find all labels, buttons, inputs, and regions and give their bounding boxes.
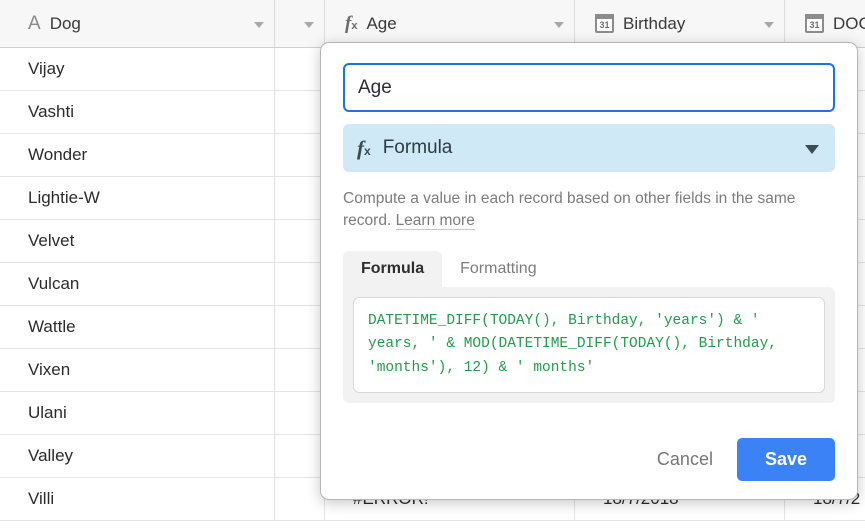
- cell-narrow[interactable]: [275, 478, 325, 520]
- cell-dog[interactable]: Lightie-W: [0, 177, 275, 219]
- cell-narrow[interactable]: [275, 349, 325, 391]
- tab-formatting[interactable]: Formatting: [442, 251, 554, 287]
- dialog-actions: Cancel Save: [641, 438, 835, 481]
- cell-dog[interactable]: Vixen: [0, 349, 275, 391]
- editor-tabs: Formula Formatting: [343, 250, 835, 287]
- chevron-down-icon[interactable]: [254, 21, 264, 28]
- cell-dog[interactable]: Wonder: [0, 134, 275, 176]
- cell-narrow[interactable]: [275, 134, 325, 176]
- chevron-down-icon[interactable]: [554, 21, 564, 28]
- formula-field-icon: fx: [357, 135, 371, 160]
- cell-narrow[interactable]: [275, 48, 325, 90]
- cell-dog[interactable]: Ulani: [0, 392, 275, 434]
- cell-dog[interactable]: Villi: [0, 478, 275, 520]
- cell-narrow[interactable]: [275, 91, 325, 133]
- learn-more-link[interactable]: Learn more: [395, 212, 475, 231]
- field-type-description: Compute a value in each record based on …: [343, 188, 813, 233]
- cell-dog[interactable]: Wattle: [0, 306, 275, 348]
- column-header-dog[interactable]: A Dog: [0, 0, 275, 47]
- column-header-age[interactable]: fx Age: [325, 0, 575, 47]
- cell-narrow[interactable]: [275, 220, 325, 262]
- column-header-label: DOC: [833, 13, 865, 33]
- column-header-label: Age: [366, 13, 397, 33]
- column-header-birthday[interactable]: 31 Birthday: [575, 0, 785, 47]
- formula-editor[interactable]: DATETIME_DIFF(TODAY(), Birthday, 'years'…: [353, 296, 825, 394]
- cell-dog[interactable]: Vashti: [0, 91, 275, 133]
- cell-dog[interactable]: Valley: [0, 435, 275, 477]
- cell-narrow[interactable]: [275, 306, 325, 348]
- formula-panel: DATETIME_DIFF(TODAY(), Birthday, 'years'…: [343, 286, 835, 404]
- cell-dog[interactable]: Vulcan: [0, 263, 275, 305]
- cell-dog[interactable]: Vijay: [0, 48, 275, 90]
- chevron-down-icon[interactable]: [304, 21, 314, 28]
- cell-narrow[interactable]: [275, 177, 325, 219]
- field-type-label: Formula: [382, 137, 453, 158]
- cell-narrow[interactable]: [275, 263, 325, 305]
- field-name-input[interactable]: [343, 63, 835, 112]
- field-editor-dialog: fx Formula Compute a value in each recor…: [320, 42, 858, 500]
- formula-field-icon: fx: [345, 13, 358, 34]
- text-field-icon: A: [28, 13, 41, 34]
- cell-narrow[interactable]: [275, 435, 325, 477]
- chevron-down-icon[interactable]: [805, 145, 819, 154]
- cell-dog[interactable]: Velvet: [0, 220, 275, 262]
- grid-header-row: A Dog fx Age 31 Birthday 31 DOC: [0, 0, 865, 48]
- date-field-icon: 31: [805, 14, 824, 33]
- column-header-narrow[interactable]: [275, 0, 325, 47]
- cell-narrow[interactable]: [275, 392, 325, 434]
- chevron-down-icon[interactable]: [764, 21, 774, 28]
- cancel-button[interactable]: Cancel: [641, 440, 729, 479]
- column-header-label: Birthday: [623, 13, 686, 33]
- date-field-icon: 31: [595, 14, 614, 33]
- save-button[interactable]: Save: [736, 438, 835, 481]
- column-header-label: Dog: [49, 13, 81, 33]
- column-header-doc[interactable]: 31 DOC: [785, 0, 865, 47]
- tab-formula[interactable]: Formula: [343, 250, 443, 287]
- field-type-select[interactable]: fx Formula: [343, 124, 835, 172]
